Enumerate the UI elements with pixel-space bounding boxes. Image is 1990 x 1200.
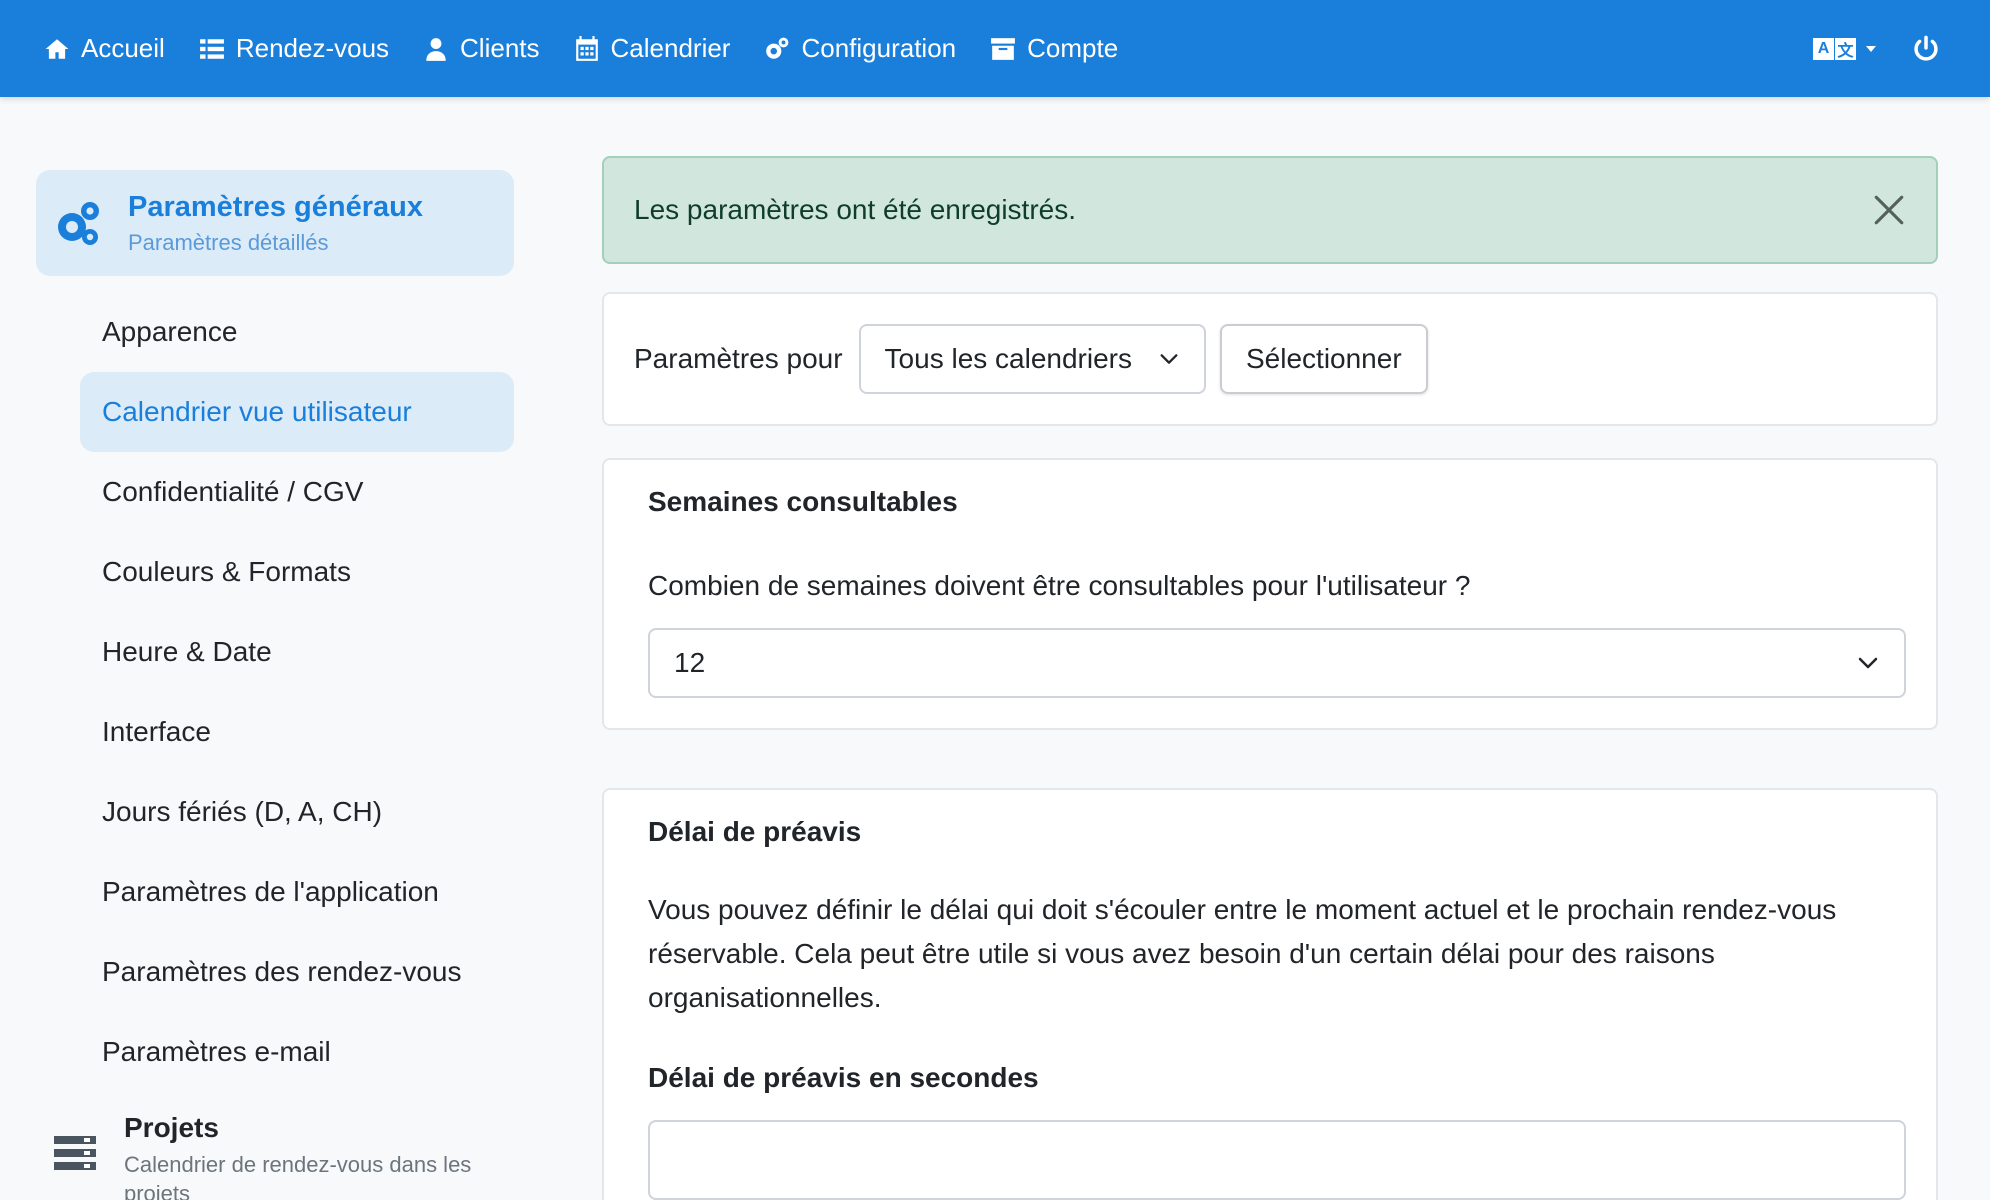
- settings-scope-card: Paramètres pour Tous les calendriers Sél…: [602, 292, 1938, 426]
- calendar-scope-value: Tous les calendriers: [884, 343, 1132, 374]
- language-dropdown[interactable]: A 文: [1813, 37, 1876, 60]
- viewable-weeks-card: Semaines consultables Combien de semaine…: [602, 458, 1938, 730]
- sidebar-projects-text: Projets Calendrier de rendez-vous dans l…: [124, 1112, 514, 1200]
- logout-button[interactable]: [1912, 35, 1940, 63]
- sidebar-item-parametres-rendez-vous[interactable]: Paramètres des rendez-vous: [80, 932, 514, 1012]
- sidebar-item-interface[interactable]: Interface: [80, 692, 514, 772]
- calendar-scope-select[interactable]: Tous les calendriers: [858, 324, 1206, 394]
- viewable-weeks-title: Semaines consultables: [648, 486, 958, 517]
- nav-label: Configuration: [801, 33, 957, 63]
- gears-icon: [766, 37, 789, 59]
- nav-label: Rendez-vous: [235, 33, 390, 63]
- nav-label: Accueil: [81, 33, 165, 63]
- server-stack-icon: [54, 1136, 96, 1170]
- success-alert: Les paramètres ont été enregistrés.: [602, 156, 1938, 264]
- sidebar-item-calendrier-vue-utilisateur[interactable]: Calendrier vue utilisateur: [80, 372, 514, 452]
- home-icon: [45, 38, 69, 59]
- select-button[interactable]: Sélectionner: [1220, 324, 1428, 394]
- language-icon-right: 文: [1835, 37, 1856, 60]
- list-icon: [199, 38, 224, 59]
- main-content: Les paramètres ont été enregistrés. Para…: [602, 156, 1938, 1200]
- nav-accueil[interactable]: Accueil: [44, 33, 165, 64]
- viewable-weeks-question: Combien de semaines doivent être consult…: [648, 570, 1471, 601]
- viewable-weeks-value: 12: [674, 647, 706, 678]
- sidebar-header-text: Paramètres généraux Paramètres détaillés: [128, 191, 423, 256]
- nav-label: Compte: [1027, 33, 1119, 63]
- chevron-down-icon: [1858, 657, 1878, 669]
- viewable-weeks-select[interactable]: 12: [648, 628, 1906, 698]
- settings-sidebar: Paramètres généraux Paramètres détaillés…: [36, 170, 514, 1200]
- sidebar-projects-section[interactable]: Projets Calendrier de rendez-vous dans l…: [36, 1112, 514, 1200]
- nav-label: Calendrier: [610, 33, 731, 63]
- sidebar-item-parametres-email[interactable]: Paramètres e-mail: [80, 1012, 514, 1092]
- top-navbar: Accueil Rendez-vous Clients Calendrier C…: [0, 0, 1990, 97]
- settings-for-label: Paramètres pour: [634, 343, 843, 374]
- sidebar-header-title: Paramètres généraux: [128, 190, 423, 223]
- sidebar-item-heure-date[interactable]: Heure & Date: [80, 612, 514, 692]
- notice-delay-description: Vous pouvez définir le délai qui doit s'…: [648, 894, 1837, 1013]
- language-icon: A 文: [1813, 37, 1857, 60]
- sidebar-projects-subtitle: Calendrier de rendez-vous dans les proje…: [124, 1152, 472, 1200]
- sidebar-list: Apparence Calendrier vue utilisateur Con…: [36, 292, 514, 1092]
- alert-message: Les paramètres ont été enregistrés.: [634, 194, 1077, 225]
- user-icon: [426, 37, 446, 61]
- archive-icon: [991, 37, 1016, 60]
- notice-delay-field-label: Délai de préavis en secondes: [648, 1062, 1039, 1093]
- sidebar-item-confidentialite[interactable]: Confidentialité / CGV: [80, 452, 514, 532]
- chevron-down-icon: [1160, 354, 1178, 364]
- notice-delay-seconds-input[interactable]: [648, 1120, 1906, 1200]
- nav-configuration[interactable]: Configuration: [764, 33, 956, 64]
- sidebar-item-jours-feries[interactable]: Jours fériés (D, A, CH): [80, 772, 514, 852]
- sidebar-item-apparence[interactable]: Apparence: [80, 292, 514, 372]
- calendar-icon: [575, 35, 598, 61]
- sidebar-item-couleurs-formats[interactable]: Couleurs & Formats: [80, 532, 514, 612]
- sidebar-projects-title: Projets: [124, 1112, 219, 1143]
- nav-right: A 文: [1813, 0, 1940, 97]
- sidebar-item-parametres-application[interactable]: Paramètres de l'application: [80, 852, 514, 932]
- sidebar-header-subtitle: Paramètres détaillés: [128, 229, 329, 255]
- nav-calendrier[interactable]: Calendrier: [574, 33, 731, 64]
- gears-icon: [58, 202, 99, 245]
- nav-compte[interactable]: Compte: [990, 33, 1118, 64]
- nav-label: Clients: [460, 33, 540, 63]
- sidebar-header-general-settings[interactable]: Paramètres généraux Paramètres détaillés: [36, 170, 514, 276]
- nav-clients[interactable]: Clients: [423, 33, 540, 64]
- caret-down-icon: [1866, 45, 1876, 52]
- power-icon: [1914, 35, 1938, 61]
- language-icon-left: A: [1813, 37, 1834, 60]
- nav-rendez-vous[interactable]: Rendez-vous: [199, 33, 389, 64]
- close-icon[interactable]: [1872, 193, 1906, 227]
- notice-delay-title: Délai de préavis: [648, 816, 862, 847]
- notice-delay-card: Délai de préavis Vous pouvez définir le …: [602, 788, 1938, 1200]
